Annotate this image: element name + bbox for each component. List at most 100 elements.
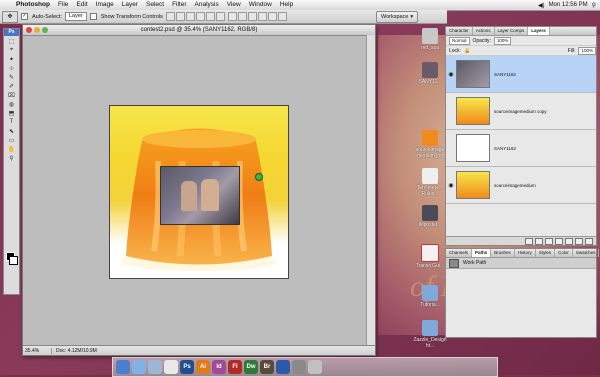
distribute-top-icon[interactable] <box>227 12 237 21</box>
lock-icon[interactable]: 🔒 <box>464 48 470 54</box>
layer-row[interactable]: ◉ SANY1162 <box>446 56 596 93</box>
safari-icon[interactable] <box>132 360 146 374</box>
image-canvas[interactable] <box>109 105 289 279</box>
hand-tool-icon[interactable]: ✋ <box>5 145 18 153</box>
finder-icon[interactable] <box>116 360 130 374</box>
tab-brushes[interactable]: Brushes <box>491 249 515 257</box>
system-preferences-icon[interactable] <box>292 360 306 374</box>
eye-icon[interactable]: ◉ <box>446 71 456 78</box>
desktop-icon-sany[interactable]: SANY11... <box>412 62 448 85</box>
tab-layer-comps[interactable]: Layer Comps <box>495 27 529 35</box>
align-right-icon[interactable] <box>215 12 225 21</box>
tab-paths[interactable]: Paths <box>472 249 492 257</box>
type-tool-icon[interactable]: T <box>5 118 18 126</box>
tab-actions[interactable]: Actions <box>473 27 495 35</box>
show-transform-checkbox[interactable] <box>89 13 98 20</box>
brush-tool-icon[interactable]: ✎ <box>5 73 18 81</box>
align-bottom-icon[interactable] <box>185 12 195 21</box>
tab-channels[interactable]: Channels <box>446 249 473 257</box>
move-tool-preset-icon[interactable]: ✥ <box>2 10 18 23</box>
word-icon[interactable] <box>276 360 290 374</box>
opacity-field[interactable]: 100% <box>493 36 512 45</box>
adjustment-layer-icon[interactable] <box>555 237 563 245</box>
spotlight-icon[interactable]: ⚲ <box>592 2 596 9</box>
trash-icon[interactable] <box>308 360 322 374</box>
crop-tool-icon[interactable]: ⊹ <box>5 64 18 72</box>
clock[interactable]: Mon 12:56 PM <box>549 2 588 8</box>
menu-select[interactable]: Select <box>142 0 168 10</box>
magic-wand-tool-icon[interactable]: ✦ <box>5 55 18 63</box>
illustrator-dock-icon[interactable]: Ai <box>196 360 210 374</box>
photoshop-dock-icon[interactable]: Ps <box>180 360 194 374</box>
background-color-swatch[interactable] <box>9 256 18 265</box>
layer-row[interactable]: sourceimagemedium copy <box>446 93 596 130</box>
eraser-tool-icon[interactable]: ⌧ <box>5 91 18 99</box>
distribute-vcenter-icon[interactable] <box>237 12 247 21</box>
menu-photoshop[interactable]: Photoshop <box>12 0 54 10</box>
distribute-bottom-icon[interactable] <box>247 12 257 21</box>
desktop-icon-ten-interesting[interactable]: Ten Intere... Rules... <box>412 168 448 197</box>
document-titlebar[interactable]: contest2.psd @ 35.4% (SANY1162, RGB/8) <box>23 25 375 36</box>
layer-row[interactable]: ◉ sourceimagemedium <box>446 167 596 204</box>
align-top-icon[interactable] <box>165 12 175 21</box>
blend-mode-dropdown[interactable]: Normal <box>449 36 470 45</box>
align-hcenter-icon[interactable] <box>205 12 215 21</box>
menu-window[interactable]: Window <box>245 0 276 10</box>
menu-layer[interactable]: Layer <box>118 0 142 10</box>
align-left-icon[interactable] <box>195 12 205 21</box>
menu-file[interactable]: File <box>54 0 72 10</box>
shape-tool-icon[interactable]: ▭ <box>5 136 18 144</box>
auto-select-checkbox[interactable] <box>21 13 29 20</box>
menu-edit[interactable]: Edit <box>72 0 91 10</box>
clone-stamp-tool-icon[interactable]: ✐ <box>5 82 18 90</box>
bridge-dock-icon[interactable]: Br <box>260 360 274 374</box>
volume-icon[interactable]: ◀) <box>538 2 545 9</box>
menu-filter[interactable]: Filter <box>168 0 190 10</box>
placed-photo-layer[interactable] <box>160 166 240 225</box>
trash-icon[interactable] <box>585 237 593 245</box>
zoom-level-field[interactable]: 35.4% <box>23 347 52 354</box>
auto-select-dropdown[interactable]: Layer <box>64 12 87 21</box>
new-group-icon[interactable] <box>565 237 573 245</box>
blur-tool-icon[interactable]: ◍ <box>5 100 18 108</box>
desktop-icon-iklposter[interactable]: Iklposter... <box>412 205 448 228</box>
gradient-tool-icon[interactable]: ⬒ <box>5 109 18 117</box>
tab-history[interactable]: History <box>515 249 536 257</box>
fill-field[interactable]: 100% <box>578 46 596 55</box>
photoshop-logo-icon[interactable]: Ps <box>4 29 19 36</box>
menu-analysis[interactable]: Analysis <box>191 0 223 10</box>
vertical-scrollbar[interactable] <box>366 35 375 346</box>
distribute-hcenter-icon[interactable] <box>267 12 277 21</box>
align-vcenter-icon[interactable] <box>175 12 185 21</box>
mail-icon[interactable] <box>148 360 162 374</box>
path-row[interactable]: Work Path <box>446 258 596 269</box>
desktop-icon-transit-guide[interactable]: Transit Gui... <box>412 244 448 269</box>
path-selection-tool-icon[interactable]: ⬉ <box>5 127 18 135</box>
new-layer-icon[interactable] <box>575 237 583 245</box>
move-tool-icon[interactable]: ⬚ <box>5 37 18 45</box>
dreamweaver-dock-icon[interactable]: Dw <box>244 360 258 374</box>
tab-layers[interactable]: Layers <box>528 27 550 35</box>
ical-icon[interactable] <box>164 360 178 374</box>
desktop-icon-tutorial[interactable]: Tutoria... <box>412 285 448 308</box>
tab-swatches[interactable]: Swatches <box>573 249 600 257</box>
distribute-left-icon[interactable] <box>257 12 267 21</box>
menu-view[interactable]: View <box>223 0 245 10</box>
distribute-right-icon[interactable] <box>277 12 287 21</box>
menu-image[interactable]: Image <box>92 0 118 10</box>
tab-styles[interactable]: Styles <box>536 249 556 257</box>
desktop-icon-zazzle[interactable]: Zazzle_Design ht... <box>412 320 448 349</box>
indesign-dock-icon[interactable]: Id <box>212 360 226 374</box>
eye-icon[interactable]: ◉ <box>446 182 456 189</box>
menu-help[interactable]: Help <box>276 0 297 10</box>
tab-color[interactable]: Color <box>555 249 573 257</box>
tab-character[interactable]: Character <box>446 27 473 35</box>
marquee-tool-icon[interactable]: ⌖ <box>5 46 18 54</box>
workspace-button[interactable]: Workspace ▾ <box>376 11 419 23</box>
document-size-info[interactable]: Doc: 4.12M/10.9M <box>52 348 97 354</box>
link-layers-icon[interactable] <box>525 237 533 245</box>
layer-mask-icon[interactable] <box>545 237 553 245</box>
flash-dock-icon[interactable]: Fl <box>228 360 242 374</box>
layer-style-icon[interactable] <box>535 237 543 245</box>
layer-row[interactable]: SANY1162 <box>446 130 596 167</box>
